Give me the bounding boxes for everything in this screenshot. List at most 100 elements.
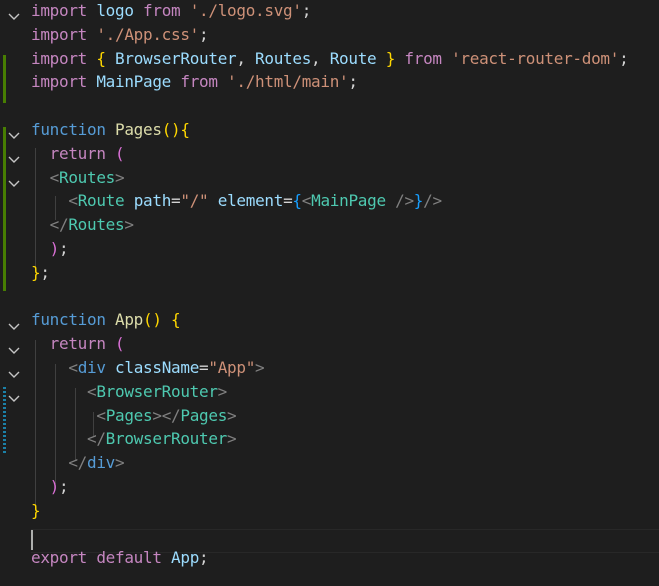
code-token: ( — [115, 334, 125, 354]
code-token: > — [227, 405, 237, 425]
code-token: "/" — [180, 191, 209, 211]
code-token: function — [31, 120, 106, 139]
code-token: < — [49, 167, 60, 187]
code-token: path — [133, 191, 172, 211]
code-line[interactable]: import logo from './logo.svg'; — [0, 0, 659, 23]
code-token: import — [31, 24, 87, 44]
code-line[interactable]: import MainPage from './html/main'; — [0, 70, 659, 94]
code-token: ; — [619, 48, 629, 68]
code-token: ) — [152, 310, 162, 330]
code-token: App — [115, 310, 144, 330]
code-token: } — [31, 262, 41, 282]
code-line-text: return ( — [31, 142, 125, 166]
code-line[interactable]: ); — [0, 475, 659, 499]
code-token: { — [96, 48, 106, 68]
code-line[interactable]: <Route path="/" element={<MainPage />}/> — [0, 189, 659, 213]
code-line[interactable] — [0, 523, 659, 547]
code-token: Pages — [180, 405, 228, 425]
code-line[interactable]: import { BrowserRouter, Routes, Route } … — [0, 47, 659, 71]
code-line[interactable]: return ( — [0, 332, 659, 356]
code-line-text: import logo from './logo.svg'; — [31, 0, 311, 23]
code-token: ( — [143, 310, 153, 330]
code-token: < — [96, 405, 106, 425]
code-line[interactable]: </Routes> — [0, 213, 659, 237]
code-token: default — [96, 548, 162, 568]
code-line[interactable]: <Routes> — [0, 166, 659, 190]
code-token: import — [31, 1, 87, 20]
code-token: } — [31, 500, 41, 520]
code-token: ) — [49, 477, 60, 496]
code-line[interactable]: }; — [0, 261, 659, 285]
code-token: import — [31, 48, 87, 68]
code-line-text: </div> — [31, 451, 124, 475]
code-token: Route — [77, 191, 125, 211]
code-line-text: <Route path="/" element={<MainPage />}/> — [31, 189, 442, 213]
code-line[interactable]: import './App.css'; — [0, 23, 659, 47]
code-token: , — [311, 48, 330, 68]
code-token: ; — [199, 548, 209, 568]
code-token: < — [301, 191, 312, 211]
code-token: ) — [49, 239, 60, 258]
code-line[interactable]: <BrowserRouter> — [0, 380, 659, 404]
code-token: function — [31, 310, 106, 330]
code-token: , — [236, 48, 256, 68]
code-token: ; — [348, 72, 358, 92]
code-line[interactable]: ); — [0, 237, 659, 261]
code-token: > — [124, 215, 134, 235]
code-token: Routes — [255, 48, 312, 68]
code-line[interactable]: return ( — [0, 142, 659, 166]
code-token: </ — [87, 429, 106, 449]
code-line-text: ); — [31, 475, 69, 499]
code-token: ; — [59, 239, 69, 258]
code-line[interactable] — [0, 94, 659, 118]
code-line-text: <Pages></Pages> — [31, 404, 236, 428]
code-line-text: import { BrowserRouter, Routes, Route } … — [31, 47, 629, 71]
code-line[interactable]: function Pages(){ — [0, 118, 659, 142]
code-token: </ — [161, 405, 181, 425]
code-token: Pages — [105, 405, 153, 425]
code-token: "App" — [208, 358, 256, 377]
code-editor[interactable]: import logo from './logo.svg'; import './… — [0, 0, 659, 586]
code-line[interactable]: } — [0, 499, 659, 523]
code-token: ; — [40, 262, 50, 282]
code-line[interactable]: function App() { — [0, 308, 659, 332]
code-token: './html/main' — [227, 72, 349, 92]
code-line-text: <Routes> — [31, 166, 125, 190]
code-token: > — [115, 453, 125, 473]
code-line[interactable] — [0, 285, 659, 309]
code-line-text: function Pages(){ — [31, 118, 190, 142]
code-token: } — [413, 191, 424, 211]
code-line-text: export default App; — [31, 546, 209, 570]
code-token: MainPage — [311, 191, 386, 211]
code-line[interactable]: </div> — [0, 451, 659, 475]
code-token: ; — [301, 1, 312, 20]
code-line[interactable]: </BrowserRouter> — [0, 427, 659, 451]
code-token: from — [143, 1, 181, 20]
code-line[interactable]: <div className="App"> — [0, 356, 659, 380]
code-line-text: </BrowserRouter> — [31, 427, 237, 451]
code-line-text: function App() { — [31, 308, 181, 332]
code-token: ( — [161, 120, 172, 139]
code-line[interactable]: <Pages></Pages> — [0, 404, 659, 428]
code-token: > — [255, 358, 265, 377]
code-line[interactable]: export default App; — [0, 546, 659, 570]
code-token: ( — [115, 143, 125, 163]
code-token: Routes — [68, 215, 125, 235]
